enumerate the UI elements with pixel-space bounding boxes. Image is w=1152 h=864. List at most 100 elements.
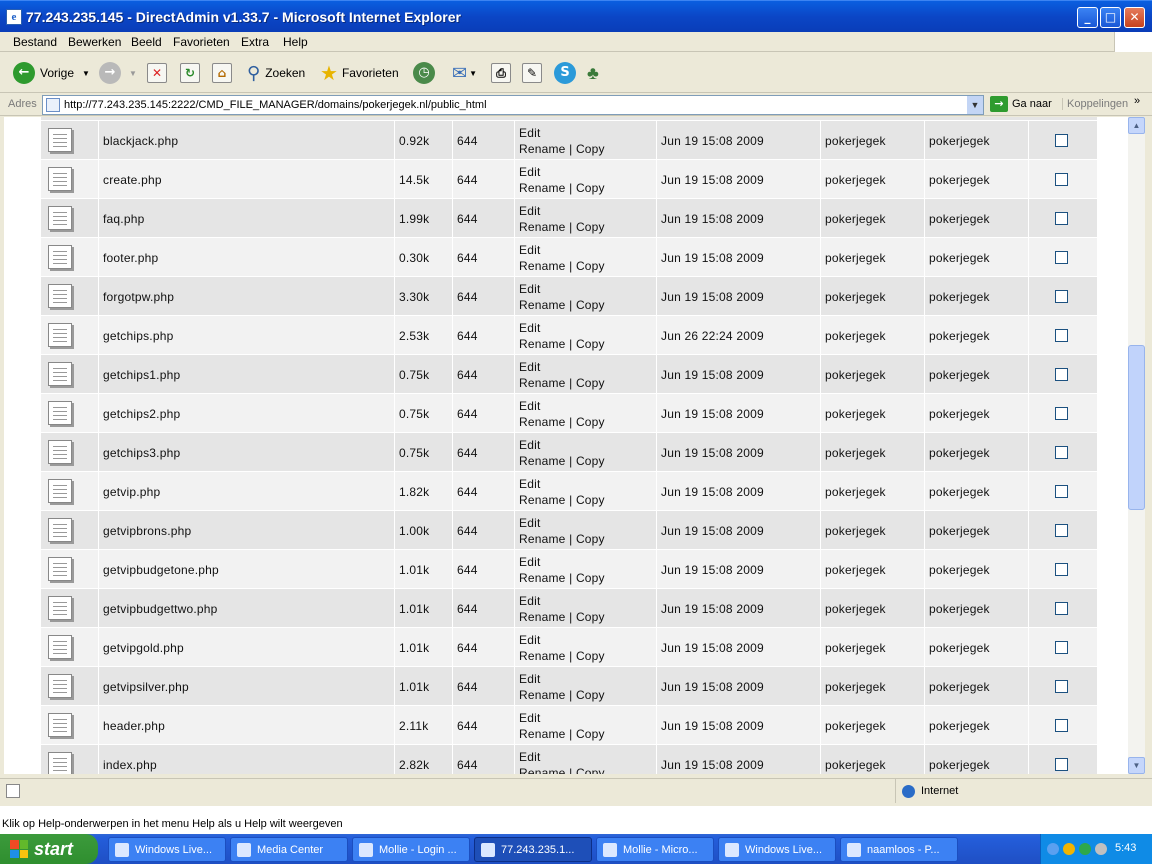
select-checkbox[interactable]	[1055, 134, 1068, 147]
select-checkbox[interactable]	[1055, 680, 1068, 693]
minimize-button[interactable]: _	[1077, 7, 1098, 28]
file-permission[interactable]: 644	[457, 290, 478, 304]
select-checkbox[interactable]	[1055, 563, 1068, 576]
select-checkbox[interactable]	[1055, 290, 1068, 303]
file-icon[interactable]	[48, 167, 72, 191]
file-icon[interactable]	[48, 206, 72, 230]
file-name[interactable]: index.php	[103, 758, 157, 772]
file-name[interactable]: getchips2.php	[103, 407, 180, 421]
file-icon[interactable]	[48, 284, 72, 308]
file-permission[interactable]: 644	[457, 446, 478, 460]
select-checkbox[interactable]	[1055, 641, 1068, 654]
file-name[interactable]: header.php	[103, 719, 165, 733]
rename-copy-links[interactable]: Rename | Copy	[519, 493, 605, 507]
edit-link[interactable]: Edit	[519, 243, 540, 257]
file-name[interactable]: getvipbrons.php	[103, 524, 191, 538]
file-name[interactable]: blackjack.php	[103, 134, 178, 148]
rename-copy-links[interactable]: Rename | Copy	[519, 454, 605, 468]
close-button[interactable]: ✕	[1124, 7, 1145, 28]
taskbar-button[interactable]: Media Center	[230, 837, 348, 862]
select-checkbox[interactable]	[1055, 173, 1068, 186]
chevron-down-icon[interactable]: ▼	[129, 69, 137, 78]
edit-link[interactable]: Edit	[519, 477, 540, 491]
file-icon[interactable]	[48, 245, 72, 269]
edit-link[interactable]: Edit	[519, 750, 540, 764]
search-button[interactable]: ⚲ Zoeken	[247, 61, 305, 85]
menu-extra[interactable]: Extra	[241, 35, 269, 49]
file-permission[interactable]: 644	[457, 524, 478, 538]
taskbar-button[interactable]: Mollie - Login ...	[352, 837, 470, 862]
title-bar[interactable]: e 77.243.235.145 - DirectAdmin v1.33.7 -…	[0, 0, 1152, 32]
file-name[interactable]: forgotpw.php	[103, 290, 174, 304]
file-permission[interactable]: 644	[457, 680, 478, 694]
select-checkbox[interactable]	[1055, 407, 1068, 420]
rename-copy-links[interactable]: Rename | Copy	[519, 181, 605, 195]
vertical-scrollbar[interactable]: ▲ ▼	[1128, 117, 1145, 774]
file-icon[interactable]	[48, 128, 72, 152]
file-permission[interactable]: 644	[457, 368, 478, 382]
select-checkbox[interactable]	[1055, 446, 1068, 459]
file-icon[interactable]	[48, 596, 72, 620]
file-permission[interactable]: 644	[457, 641, 478, 655]
edit-link[interactable]: Edit	[519, 360, 540, 374]
rename-copy-links[interactable]: Rename | Copy	[519, 688, 605, 702]
file-icon[interactable]	[48, 440, 72, 464]
file-name[interactable]: getvipbudgettwo.php	[103, 602, 218, 616]
print-button[interactable]: ⎙	[491, 61, 511, 85]
stop-button[interactable]: ✕	[147, 61, 167, 85]
file-icon[interactable]	[48, 674, 72, 698]
file-name[interactable]: getchips1.php	[103, 368, 180, 382]
edit-link[interactable]: Edit	[519, 594, 540, 608]
edit-link[interactable]: Edit	[519, 711, 540, 725]
file-name[interactable]: getvipsilver.php	[103, 680, 189, 694]
menu-bestand[interactable]: Bestand	[13, 35, 57, 49]
file-permission[interactable]: 644	[457, 251, 478, 265]
file-name[interactable]: getchips3.php	[103, 446, 180, 460]
back-button[interactable]: ← Vorige ▼	[13, 61, 90, 85]
chevron-down-icon[interactable]: ▼	[967, 96, 983, 114]
rename-copy-links[interactable]: Rename | Copy	[519, 727, 605, 741]
address-url[interactable]: http://77.243.235.145:2222/CMD_FILE_MANA…	[64, 99, 487, 111]
select-checkbox[interactable]	[1055, 212, 1068, 225]
skype-button[interactable]: S	[554, 61, 576, 85]
file-permission[interactable]: 644	[457, 758, 478, 772]
chevron-down-icon[interactable]: ▼	[82, 69, 90, 78]
go-button[interactable]: → Ga naar	[990, 96, 1052, 112]
address-input[interactable]: http://77.243.235.145:2222/CMD_FILE_MANA…	[42, 95, 984, 115]
file-permission[interactable]: 644	[457, 485, 478, 499]
rename-copy-links[interactable]: Rename | Copy	[519, 376, 605, 390]
file-name[interactable]: getchips.php	[103, 329, 173, 343]
edit-link[interactable]: Edit	[519, 126, 540, 140]
rename-copy-links[interactable]: Rename | Copy	[519, 532, 605, 546]
menu-favorieten[interactable]: Favorieten	[173, 35, 230, 49]
select-checkbox[interactable]	[1055, 368, 1068, 381]
file-name[interactable]: faq.php	[103, 212, 144, 226]
tray-alert-icon[interactable]	[1063, 843, 1075, 855]
favorites-button[interactable]: ★ Favorieten	[320, 61, 399, 85]
menu-bewerken[interactable]: Bewerken	[68, 35, 121, 49]
links-button[interactable]: Koppelingen	[1062, 98, 1128, 110]
file-icon[interactable]	[48, 479, 72, 503]
tray-volume-icon[interactable]	[1095, 843, 1107, 855]
history-button[interactable]: ◷	[413, 61, 435, 85]
rename-copy-links[interactable]: Rename | Copy	[519, 220, 605, 234]
select-checkbox[interactable]	[1055, 602, 1068, 615]
select-checkbox[interactable]	[1055, 251, 1068, 264]
mail-button[interactable]: ✉ ▼	[452, 61, 477, 85]
taskbar-button[interactable]: Windows Live...	[718, 837, 836, 862]
file-permission[interactable]: 644	[457, 212, 478, 226]
edit-link[interactable]: Edit	[519, 165, 540, 179]
scroll-thumb[interactable]	[1128, 345, 1145, 510]
rename-copy-links[interactable]: Rename | Copy	[519, 298, 605, 312]
edit-link[interactable]: Edit	[519, 633, 540, 647]
edit-link[interactable]: Edit	[519, 321, 540, 335]
edit-link[interactable]: Edit	[519, 204, 540, 218]
file-icon[interactable]	[48, 362, 72, 386]
file-name[interactable]: footer.php	[103, 251, 158, 265]
select-checkbox[interactable]	[1055, 719, 1068, 732]
chevron-right-icon[interactable]: »	[1134, 95, 1140, 107]
file-permission[interactable]: 644	[457, 602, 478, 616]
menu-beeld[interactable]: Beeld	[131, 35, 162, 49]
edit-link[interactable]: Edit	[519, 399, 540, 413]
file-name[interactable]: getvipbudgetone.php	[103, 563, 219, 577]
